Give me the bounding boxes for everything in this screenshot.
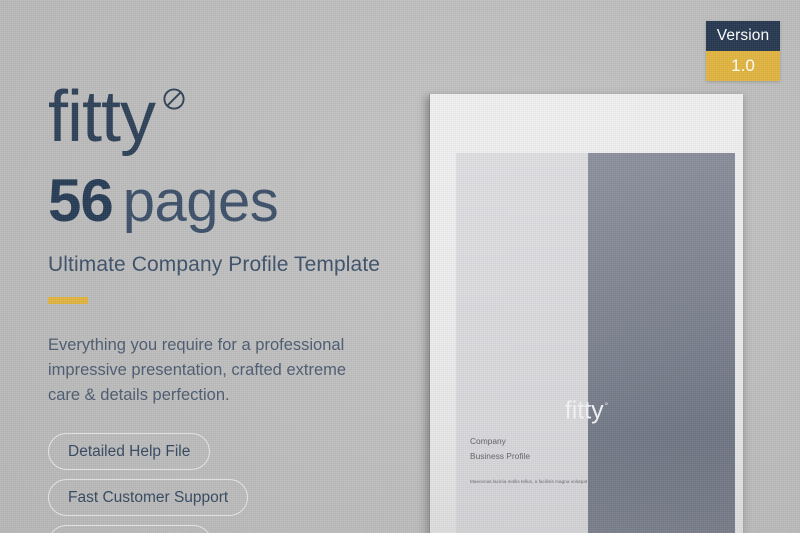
cover-panel-dark (588, 153, 735, 533)
version-badge-label: Version (706, 21, 780, 51)
feature-tag[interactable]: Fast Customer Support (48, 479, 249, 516)
cover-profile-line: Business Profile (470, 451, 531, 461)
cover-logo: fitty° (565, 394, 609, 423)
hero-content: fitty 56 pages Ultimate Company Profile T… (48, 77, 428, 533)
cover-company-line: Company (470, 436, 506, 446)
cover-lorem-text: Maecenas lacinia mollis tellus, a facili… (470, 479, 588, 484)
poster-canvas: Version 1.0 fitty 56 pages Ultimate Compa… (0, 0, 800, 533)
accent-divider (48, 297, 88, 304)
document-mockup: fitty° Company Business Profile Maecenas… (422, 94, 747, 533)
feature-tag[interactable]: Detailed Help File (48, 433, 211, 470)
brand-name: fitty (48, 77, 156, 157)
brand-lockup: fitty (48, 77, 428, 157)
feature-tag-list: Detailed Help File Fast Customer Support… (48, 433, 408, 533)
pages-count: 56 (48, 167, 114, 234)
cover-panel-light (456, 153, 588, 533)
cover-logo-mark: ° (604, 401, 609, 411)
pages-headline: 56 pages (48, 171, 428, 231)
description-text: Everything you require for a professiona… (48, 336, 347, 404)
circle-slash-icon (161, 86, 187, 117)
feature-tag[interactable]: Consistant Layout (48, 525, 213, 533)
pages-word: pages (122, 169, 279, 234)
version-badge: Version 1.0 (706, 21, 780, 81)
cover-logo-text: fitty (564, 396, 604, 425)
version-badge-number: 1.0 (706, 51, 780, 81)
document-cover-page: fitty° Company Business Profile Maecenas… (430, 94, 743, 533)
tagline: Ultimate Company Profile Template (48, 253, 381, 276)
